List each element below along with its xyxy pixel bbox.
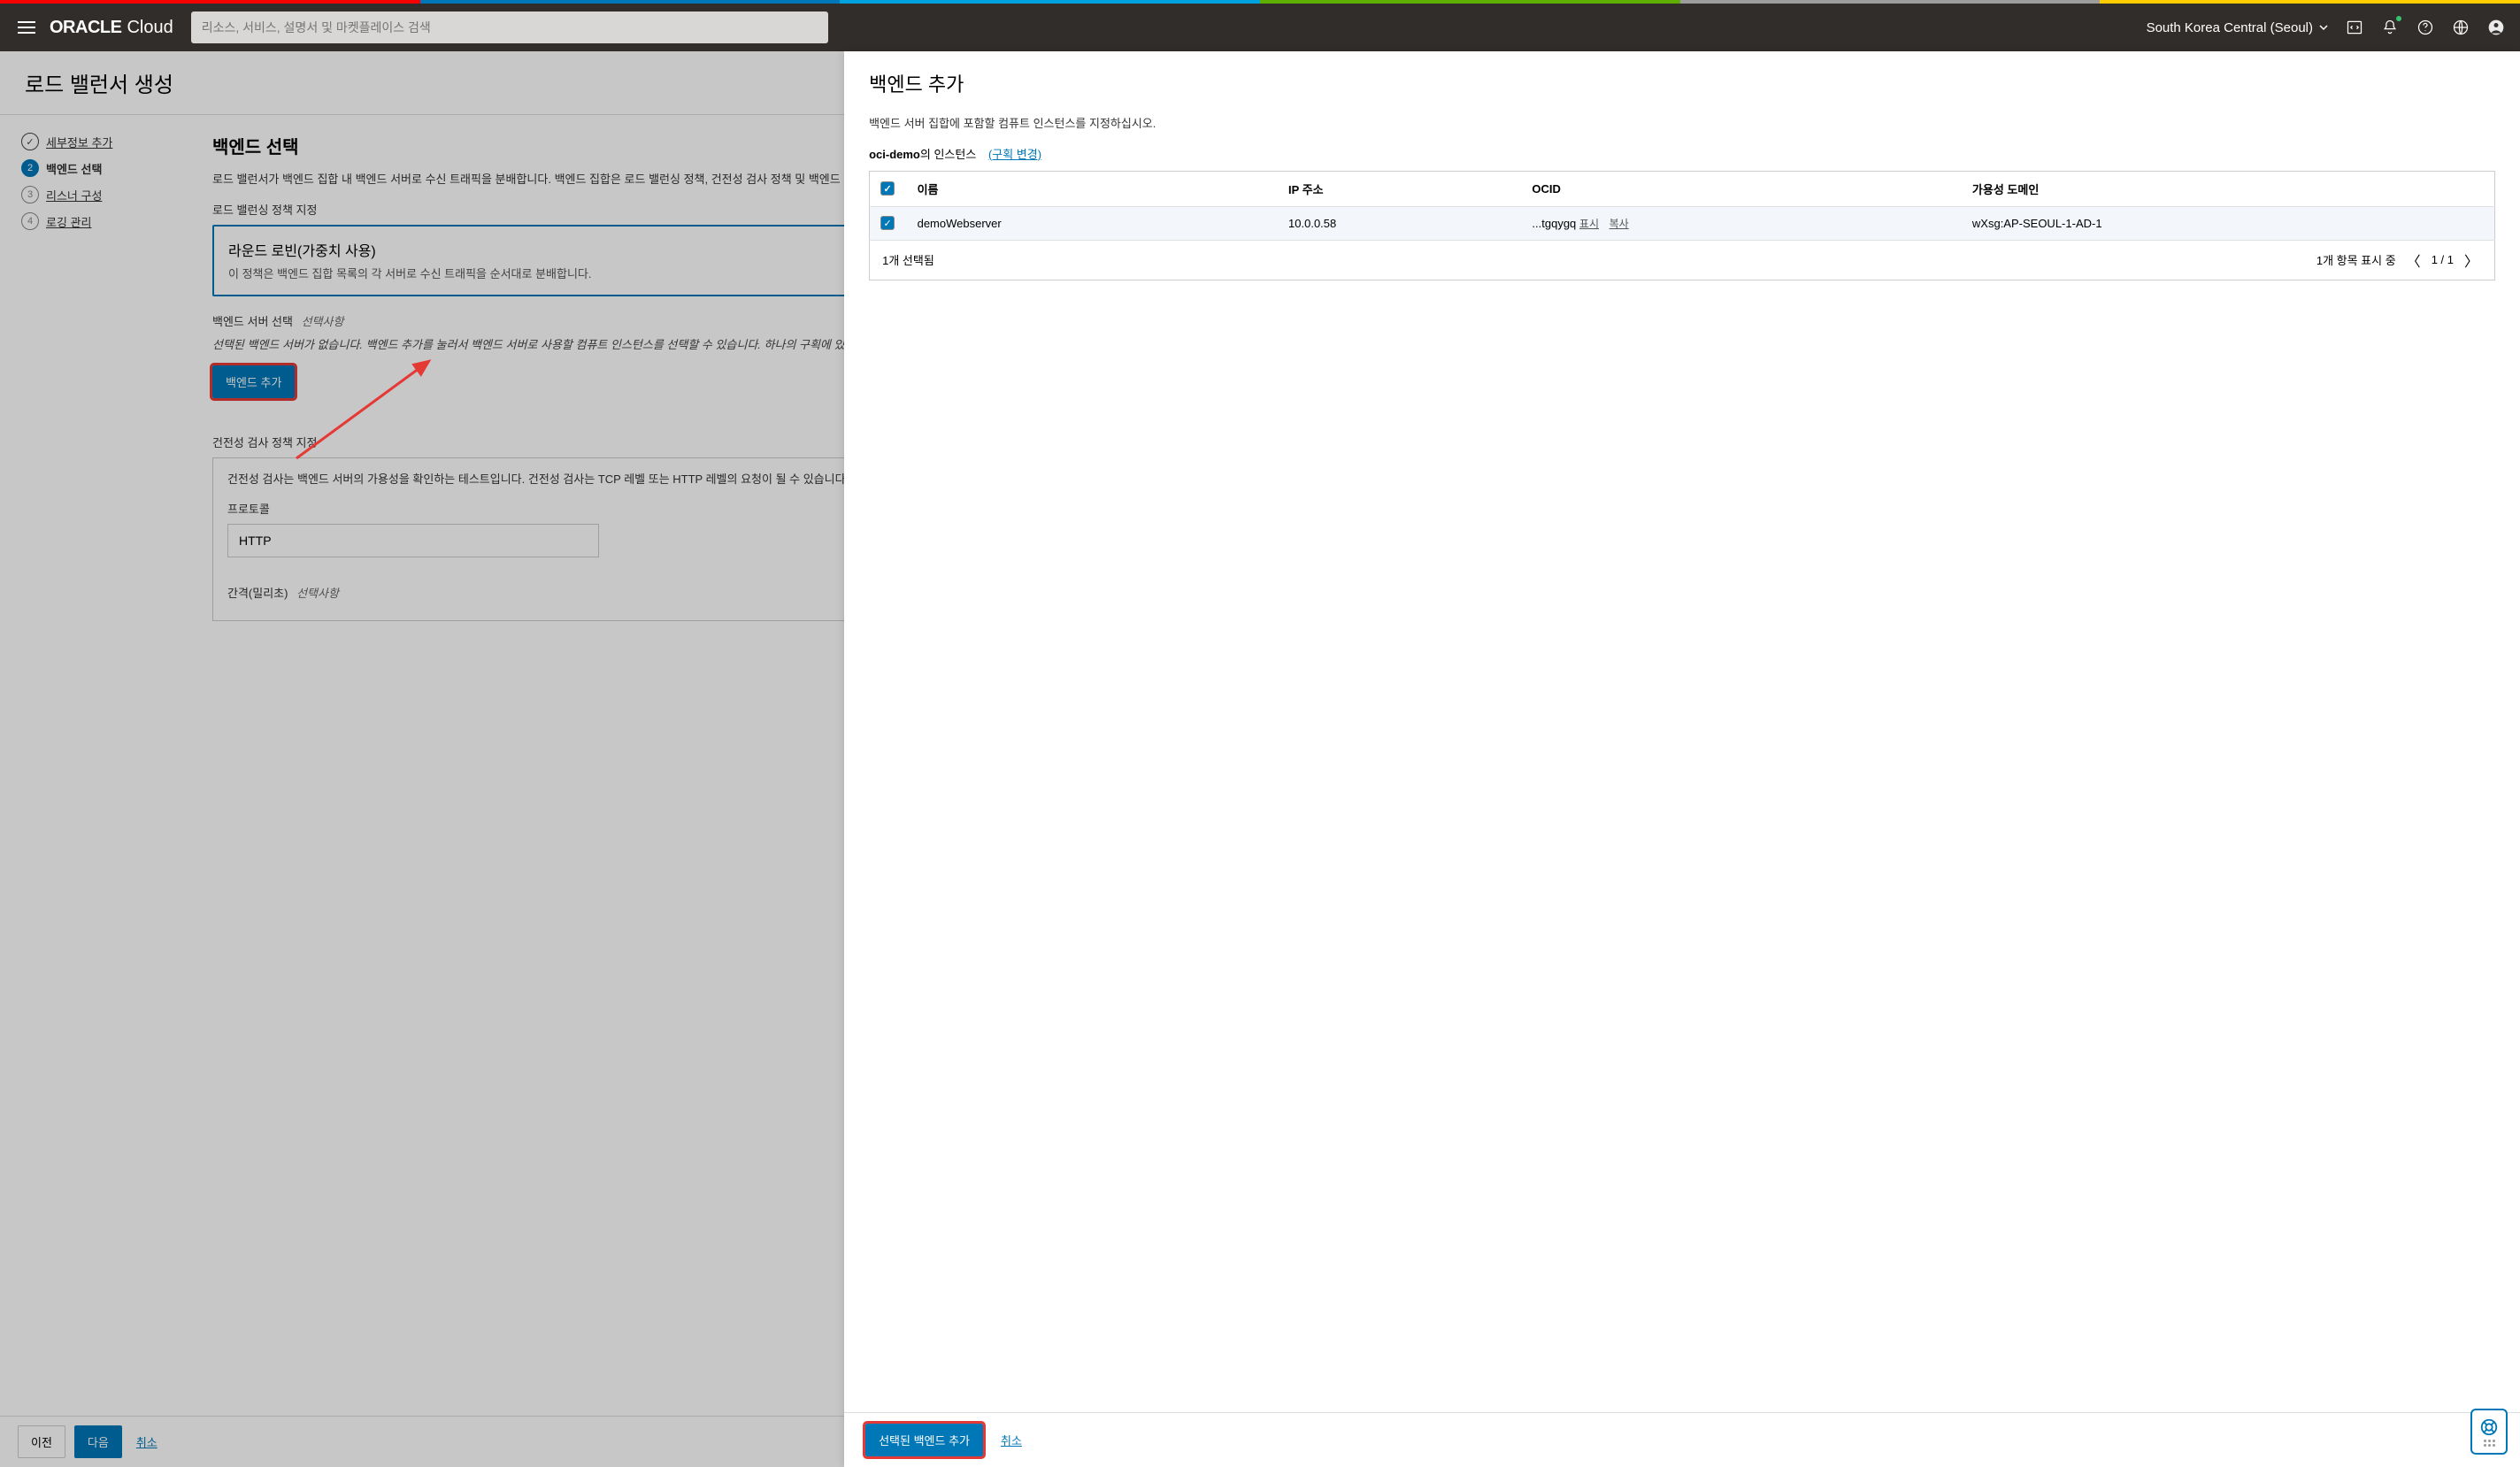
panel-instruction: 백엔드 서버 집합에 포함할 컴퓨트 인스턴스를 지정하십시오. (869, 115, 2495, 133)
global-search[interactable] (191, 12, 828, 43)
page-indicator: 1 / 1 (2432, 253, 2454, 266)
change-compartment-link[interactable]: (구획 변경) (988, 148, 1041, 161)
backend-select-label: 백엔드 서버 선택 (212, 315, 293, 328)
wizard-step-3[interactable]: 3 리스너 구성 (21, 186, 177, 204)
notifications-icon[interactable] (2380, 18, 2400, 37)
instances-table: ✓ 이름 IP 주소 OCID 가용성 도메인 ✓ demoWebserver … (869, 171, 2495, 241)
region-label: South Korea Central (Seoul) (2147, 20, 2313, 35)
panel-title: 백엔드 추가 (844, 51, 2520, 115)
add-backend-button[interactable]: 백엔드 추가 (212, 365, 295, 398)
select-all-checkbox[interactable]: ✓ (880, 181, 895, 196)
cell-ad: wXsg:AP-SEOUL-1-AD-1 (1962, 206, 2495, 240)
logo-sub: Cloud (127, 18, 173, 38)
check-icon: ✓ (21, 133, 39, 150)
logo-main: ORACLE (50, 18, 121, 38)
wizard-step-1[interactable]: ✓ 세부정보 추가 (21, 133, 177, 150)
col-ad: 가용성 도메인 (1962, 171, 2495, 206)
profile-icon[interactable] (2486, 18, 2506, 37)
region-selector[interactable]: South Korea Central (Seoul) (2147, 20, 2329, 35)
protocol-select[interactable]: HTTP (227, 524, 599, 557)
step-label: 세부정보 추가 (46, 134, 112, 150)
show-ocid-link[interactable]: 표시 (1579, 218, 1599, 230)
step-label: 로깅 관리 (46, 213, 91, 230)
showing-text: 1개 항목 표시 중 (2316, 251, 2396, 268)
search-input[interactable] (202, 20, 818, 35)
compartment-name: oci-demo (869, 148, 920, 161)
copy-ocid-link[interactable]: 복사 (1610, 218, 1629, 230)
help-floating-button[interactable] (2470, 1409, 2508, 1455)
col-ocid: OCID (1521, 171, 1962, 206)
nav-menu-button[interactable] (11, 12, 42, 43)
prev-button[interactable]: 이전 (18, 1425, 65, 1458)
next-button[interactable]: 다음 (74, 1425, 122, 1458)
language-icon[interactable] (2451, 18, 2470, 37)
cell-ip: 10.0.0.58 (1278, 206, 1521, 240)
selected-count: 1개 선택됨 (882, 251, 934, 268)
next-page-button[interactable]: 〉 (2461, 250, 2482, 271)
wizard-step-4[interactable]: 4 로깅 관리 (21, 212, 177, 230)
interval-label: 간격(밀리초) (227, 587, 288, 600)
row-checkbox[interactable]: ✓ (880, 216, 895, 230)
add-selected-backend-button[interactable]: 선택된 백엔드 추가 (865, 1424, 983, 1456)
optional-text: 선택사항 (296, 587, 339, 600)
cell-name: demoWebserver (907, 206, 1278, 240)
cell-ocid: ...tgqygq (1532, 217, 1576, 230)
chevron-down-icon (2318, 22, 2329, 33)
step-label: 백엔드 선택 (46, 160, 102, 177)
col-name: 이름 (907, 171, 1278, 206)
dev-tools-icon[interactable] (2345, 18, 2364, 37)
oracle-cloud-logo: ORACLE Cloud (50, 18, 173, 38)
step-label: 리스너 구성 (46, 187, 102, 204)
life-ring-icon (2479, 1417, 2499, 1437)
optional-text: 선택사항 (302, 315, 344, 328)
col-ip: IP 주소 (1278, 171, 1521, 206)
compartment-suffix: 의 인스턴스 (920, 148, 976, 161)
help-icon[interactable] (2416, 18, 2435, 37)
wizard-step-2[interactable]: 2 백엔드 선택 (21, 159, 177, 177)
cancel-link[interactable]: 취소 (136, 1433, 158, 1450)
table-row[interactable]: ✓ demoWebserver 10.0.0.58 ...tgqygq 표시 복… (870, 206, 2495, 240)
panel-cancel-link[interactable]: 취소 (1001, 1432, 1022, 1448)
prev-page-button[interactable]: 〈 (2403, 250, 2424, 271)
